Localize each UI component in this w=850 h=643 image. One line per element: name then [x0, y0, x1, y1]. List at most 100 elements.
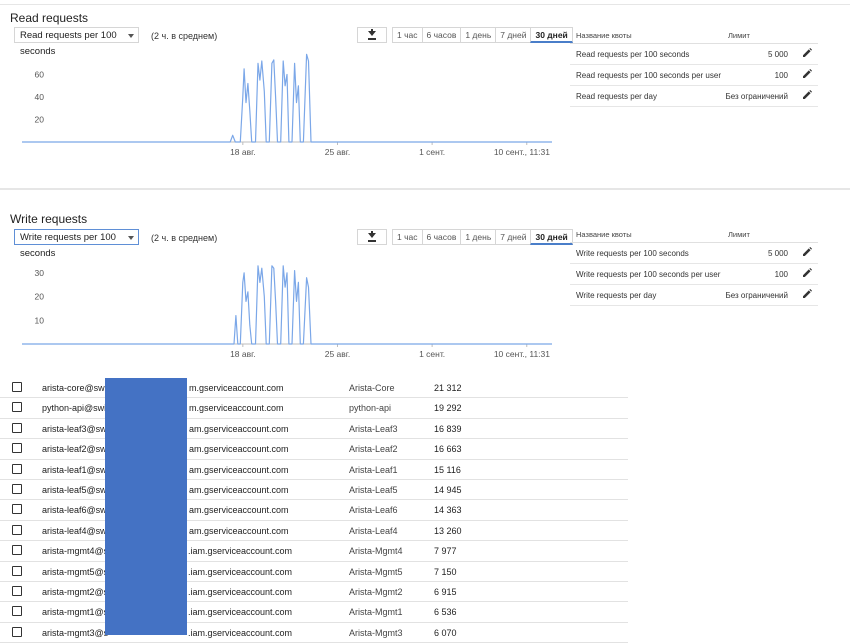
read-range-7d[interactable]: 7 дней [495, 27, 532, 43]
table-row: arista-leaf1@sw am.gserviceaccount.com Ari… [0, 460, 628, 480]
email-prefix: arista-mgmt1@s [42, 607, 109, 618]
read-range-30d[interactable]: 30 дней [530, 27, 573, 43]
table-row: arista-leaf6@sw am.gserviceaccount.com Ari… [0, 500, 628, 521]
caret-down-icon [128, 236, 134, 240]
edit-pencil-icon[interactable] [802, 48, 812, 58]
quota-row: Write requests per 100 seconds 5 000 [570, 243, 818, 264]
row-checkbox[interactable] [12, 422, 22, 433]
service-account-name: Arista-Leaf6 [349, 505, 398, 516]
quota-header: Название квоты Лимит [570, 27, 818, 44]
row-checkbox[interactable] [12, 626, 22, 637]
email-suffix: am.gserviceaccount.com [189, 423, 289, 434]
row-checkbox[interactable] [12, 463, 22, 474]
read-range-1h[interactable]: 1 час [392, 27, 423, 43]
email-suffix: m.gserviceaccount.com [189, 383, 284, 393]
email-prefix: arista-leaf3@sw [42, 423, 107, 434]
row-checkbox[interactable] [12, 382, 22, 392]
request-count: 7 977 [434, 546, 457, 557]
edit-pencil-icon[interactable] [802, 247, 812, 257]
email-suffix: am.gserviceaccount.com [189, 444, 289, 455]
write-metric-select[interactable]: Write requests per 100 seconds [14, 229, 139, 259]
quota-header-limit: Лимит [728, 31, 750, 40]
edit-pencil-icon[interactable] [802, 268, 812, 278]
write-range-1d[interactable]: 1 день [460, 229, 497, 245]
download-icon [368, 29, 376, 40]
download-icon [368, 231, 376, 242]
row-checkbox[interactable] [12, 524, 22, 535]
read-download-button[interactable] [357, 27, 387, 43]
x-tick-label: 1 сент. [419, 147, 445, 157]
quota-header-name: Название квоты [576, 230, 632, 239]
email-suffix: .iam.gserviceaccount.com [188, 586, 293, 597]
write-range-7d[interactable]: 7 дней [495, 229, 532, 245]
row-checkbox[interactable] [12, 483, 22, 494]
service-account-email: arista-mgmt4@s .iam.gserviceaccount.com [42, 546, 292, 556]
table-row: arista-mgmt3@s .iam.gserviceaccount.com Ar… [0, 623, 628, 643]
quota-name: Write requests per 100 seconds per user [576, 270, 721, 279]
read-requests-section: Read requests Read requests per 100 seco… [0, 0, 850, 188]
write-download-button[interactable] [357, 229, 387, 245]
read-average-note: (2 ч. в среднем) [151, 31, 218, 41]
table-row: arista-mgmt1@s .iam.gserviceaccount.com Ar… [0, 602, 628, 623]
email-prefix: arista-mgmt3@s [42, 627, 109, 638]
edit-pencil-icon[interactable] [802, 90, 812, 100]
y-tick-label: 40 [35, 92, 45, 102]
row-checkbox[interactable] [12, 565, 22, 576]
service-account-email: python-api@swi m.gserviceaccount.com [42, 403, 284, 413]
quota-limit: Без ограничений [725, 92, 788, 101]
quota-name: Write requests per 100 seconds [576, 249, 689, 258]
service-account-email: arista-leaf4@sw am.gserviceaccount.com [42, 526, 289, 536]
quota-name: Read requests per day [576, 92, 657, 101]
table-row: arista-mgmt5@s .iam.gserviceaccount.com Ar… [0, 562, 628, 582]
service-account-email: arista-leaf3@sw am.gserviceaccount.com [42, 423, 289, 434]
service-account-email: arista-core@swi m.gserviceaccount.com [42, 383, 284, 393]
email-prefix: arista-leaf1@sw [42, 464, 107, 475]
row-checkbox[interactable] [12, 402, 22, 413]
row-checkbox[interactable] [12, 606, 22, 617]
write-range-6h[interactable]: 6 часов [421, 229, 462, 245]
row-checkbox[interactable] [12, 443, 22, 454]
edit-pencil-icon[interactable] [802, 69, 812, 79]
write-range-30d[interactable]: 30 дней [530, 229, 573, 245]
write-section-title: Write requests [10, 212, 88, 226]
row-checkbox[interactable] [12, 545, 22, 556]
table-row: arista-core@swi m.gserviceaccount.com Aris… [0, 378, 628, 399]
email-suffix: am.gserviceaccount.com [189, 484, 289, 495]
read-range-1d[interactable]: 1 день [460, 27, 497, 43]
email-suffix: am.gserviceaccount.com [189, 464, 289, 475]
quota-header-name: Название квоты [576, 31, 632, 40]
quota-row: Write requests per day Без ограничений [570, 285, 818, 306]
email-suffix: m.gserviceaccount.com [189, 403, 284, 414]
email-suffix: .iam.gserviceaccount.com [188, 627, 293, 638]
x-tick-label: 18 авг. [230, 147, 255, 157]
row-checkbox[interactable] [12, 504, 22, 515]
y-tick-label: 10 [35, 315, 45, 325]
email-suffix: .iam.gserviceaccount.com [188, 566, 293, 577]
request-count: 6 536 [434, 607, 457, 618]
email-suffix: am.gserviceaccount.com [189, 525, 289, 536]
write-requests-chart: 10 20 30 18 авг. 25 авг. 1 сент. 10 сент., 11:… [0, 250, 560, 362]
service-account-name: python-api [349, 403, 392, 414]
service-accounts-table: arista-core@swi m.gserviceaccount.com Aris… [0, 378, 628, 643]
edit-pencil-icon[interactable] [802, 289, 812, 299]
table-row: arista-leaf4@sw am.gserviceaccount.com Ari… [0, 521, 628, 542]
read-metric-select[interactable]: Read requests per 100 seconds [14, 27, 139, 57]
x-tick-label: 25 авг. [325, 147, 350, 157]
email-prefix: arista-mgmt5@s [42, 566, 109, 577]
service-account-name: Arista-Mgmt1 [349, 607, 403, 618]
email-prefix: arista-leaf2@sw [42, 444, 107, 455]
row-checkbox[interactable] [12, 585, 22, 596]
read-range-6h[interactable]: 6 часов [421, 27, 462, 43]
email-prefix: arista-core@swi [42, 383, 107, 393]
service-account-name: Arista-Mgmt3 [349, 627, 403, 638]
service-account-email: arista-leaf2@sw am.gserviceaccount.com [42, 444, 289, 455]
caret-down-icon [128, 34, 134, 38]
y-tick-label: 60 [35, 70, 45, 80]
request-count: 6 070 [434, 627, 457, 638]
table-row: arista-leaf5@sw am.gserviceaccount.com Ari… [0, 480, 628, 501]
service-account-name: Arista-Leaf1 [349, 464, 398, 475]
write-quota-table: Название квоты Лимит Write requests per … [570, 226, 818, 306]
redaction-box [105, 378, 187, 635]
read-chart-svg: 20 40 60 18 авг. 25 авг. 1 сент. 10 сент., 11:… [22, 53, 552, 157]
write-range-1h[interactable]: 1 час [392, 229, 423, 245]
